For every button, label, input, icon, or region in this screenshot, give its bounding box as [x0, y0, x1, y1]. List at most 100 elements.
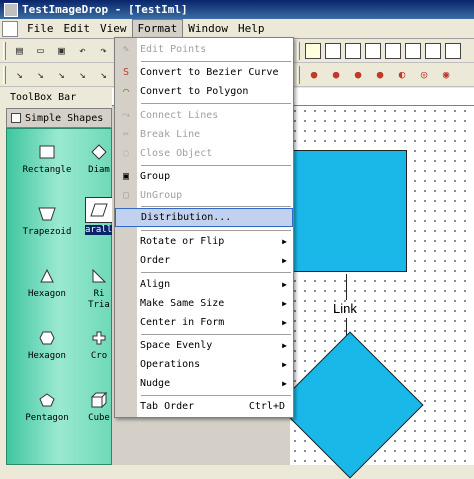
right-triangle-icon	[85, 265, 113, 287]
subtract-icon[interactable]: ●	[349, 66, 367, 84]
snap-grid-icon[interactable]	[365, 42, 381, 59]
fragment-icon[interactable]: ◐	[393, 66, 411, 84]
connector-elbow-icon[interactable]: ↘	[32, 66, 49, 84]
shape-cross[interactable]: Cro	[85, 327, 113, 361]
menu-item-ungroup[interactable]: ▢ UnGroup	[115, 186, 293, 205]
connector-arrow-icon[interactable]: ↘	[95, 66, 112, 84]
window-title: TestImageDrop - [TestIml]	[22, 3, 188, 16]
shape-hexagon-2[interactable]: Hexagon	[17, 327, 77, 361]
rectangle-icon	[17, 141, 77, 163]
grid-icon[interactable]	[345, 42, 361, 59]
menu-item-center-in-form[interactable]: Center in Form ▶	[115, 313, 293, 332]
shape-parallelogram[interactable]: aralle	[85, 197, 113, 235]
shape-diamond[interactable]: Diam	[85, 141, 113, 175]
connector-curve-icon[interactable]: ↘	[53, 66, 70, 84]
connector-link-icon[interactable]: ↘	[74, 66, 91, 84]
menu-separator	[141, 103, 291, 104]
toolbox-category-header[interactable]: Simple Shapes	[6, 108, 112, 128]
shape-label: Pentagon	[25, 413, 69, 423]
toolbox-bar-label: ToolBox Bar	[10, 92, 77, 103]
menu-view[interactable]: View	[95, 20, 132, 37]
triangle-icon	[17, 265, 77, 287]
layout-icon[interactable]	[445, 42, 461, 59]
shape-pentagon[interactable]: Pentagon	[17, 389, 77, 423]
shape-label: Hexagon	[28, 351, 66, 361]
submenu-arrow-icon: ▶	[282, 299, 287, 308]
diamond-icon	[85, 141, 113, 163]
shape-label: Diam	[88, 165, 110, 175]
menu-item-tab-order[interactable]: Tab Order Ctrl+D	[115, 397, 293, 416]
menu-format[interactable]: Format	[131, 19, 184, 38]
new-icon[interactable]: ▤	[11, 42, 28, 60]
submenu-arrow-icon: ▶	[282, 341, 287, 350]
toolbox-category-label: Simple Shapes	[25, 112, 104, 124]
shape-hexagon[interactable]: Hexagon	[17, 265, 77, 299]
break-line-icon: ✂	[122, 129, 130, 140]
shape-ops-toolbar: ● ● ● ● ◐ ◎ ◉	[294, 63, 474, 87]
menu-item-convert-bezier[interactable]: S Convert to Bezier Curve	[115, 63, 293, 82]
cube-icon	[85, 389, 113, 411]
menu-separator	[141, 230, 291, 231]
menu-item-rotate-flip[interactable]: Rotate or Flip ▶	[115, 232, 293, 251]
menu-separator	[141, 61, 291, 62]
exclude-icon[interactable]: ◎	[415, 66, 433, 84]
menu-file[interactable]: File	[22, 20, 59, 37]
menu-window[interactable]: Window	[183, 20, 233, 37]
toolbox-panel: Rectangle Diam Trapezoid aralle Hexagon …	[6, 128, 113, 465]
shape-trapezoid[interactable]: Trapezoid	[17, 203, 77, 237]
menu-item-connect-lines[interactable]: ⤳ Connect Lines	[115, 106, 293, 125]
union-icon[interactable]: ●	[305, 66, 323, 84]
menu-help[interactable]: Help	[233, 20, 270, 37]
select-icon[interactable]	[325, 42, 341, 59]
menu-separator	[141, 395, 291, 396]
submenu-arrow-icon: ▶	[282, 256, 287, 265]
combine-icon[interactable]: ●	[371, 66, 389, 84]
menu-item-edit-points[interactable]: ✎ Edit Points	[115, 40, 293, 59]
submenu-arrow-icon: ▶	[282, 318, 287, 327]
document-icon[interactable]	[2, 20, 18, 37]
menu-item-close-object[interactable]: ◌ Close Object	[115, 144, 293, 163]
trim-icon[interactable]: ◉	[437, 66, 455, 84]
frame-icon[interactable]	[405, 42, 421, 59]
connector-icon[interactable]: ↘	[11, 66, 28, 84]
shape-label: Ri Tria	[88, 289, 110, 310]
drawing-toolbar	[294, 39, 474, 63]
menu-bar: File Edit View Format Window Help	[0, 19, 474, 39]
shape-right-triangle[interactable]: Ri Tria	[85, 265, 113, 311]
connect-lines-icon: ⤳	[122, 110, 130, 121]
intersect-icon[interactable]: ●	[327, 66, 345, 84]
group-icon: ▣	[122, 171, 130, 182]
menu-item-distribution[interactable]: Distribution...	[115, 208, 293, 227]
menu-item-make-same-size[interactable]: Make Same Size ▶	[115, 294, 293, 313]
toolbar-grip[interactable]	[3, 41, 6, 60]
link-label[interactable]: Link	[333, 301, 357, 316]
title-bar: TestImageDrop - [TestIml]	[0, 0, 474, 19]
menu-item-group[interactable]: ▣ Group	[115, 167, 293, 186]
menu-item-operations[interactable]: Operations ▶	[115, 355, 293, 374]
shape-rectangle[interactable]: Rectangle	[17, 141, 77, 175]
rectangle-shape[interactable]	[287, 150, 407, 272]
menu-edit[interactable]: Edit	[59, 20, 96, 37]
hash-icon[interactable]	[385, 42, 401, 59]
menu-item-convert-polygon[interactable]: ⌒ Convert to Polygon	[115, 82, 293, 101]
redo-icon[interactable]: ↷	[95, 42, 112, 60]
center-icon[interactable]	[425, 42, 441, 59]
toolbar-grip[interactable]	[3, 65, 6, 84]
menu-item-align[interactable]: Align ▶	[115, 275, 293, 294]
toolbar-grip[interactable]	[297, 65, 300, 84]
open-icon[interactable]: ▭	[32, 42, 49, 60]
standard-toolbar: ▤ ▭ ▣ ↶ ↷	[0, 39, 114, 63]
submenu-arrow-icon: ▶	[282, 237, 287, 246]
undo-icon[interactable]: ↶	[74, 42, 91, 60]
menu-item-nudge[interactable]: Nudge ▶	[115, 374, 293, 393]
save-icon[interactable]: ▣	[53, 42, 70, 60]
parallelogram-icon	[85, 197, 113, 223]
connector-line[interactable]	[346, 274, 347, 300]
pointer-icon[interactable]	[305, 42, 321, 59]
menu-item-break-line[interactable]: ✂ Break Line	[115, 125, 293, 144]
polygon-icon: ⌒	[122, 86, 130, 97]
menu-item-space-evenly[interactable]: Space Evenly ▶	[115, 336, 293, 355]
shape-cube[interactable]: Cube	[85, 389, 113, 423]
toolbar-grip[interactable]	[297, 41, 300, 60]
menu-item-order[interactable]: Order ▶	[115, 251, 293, 270]
